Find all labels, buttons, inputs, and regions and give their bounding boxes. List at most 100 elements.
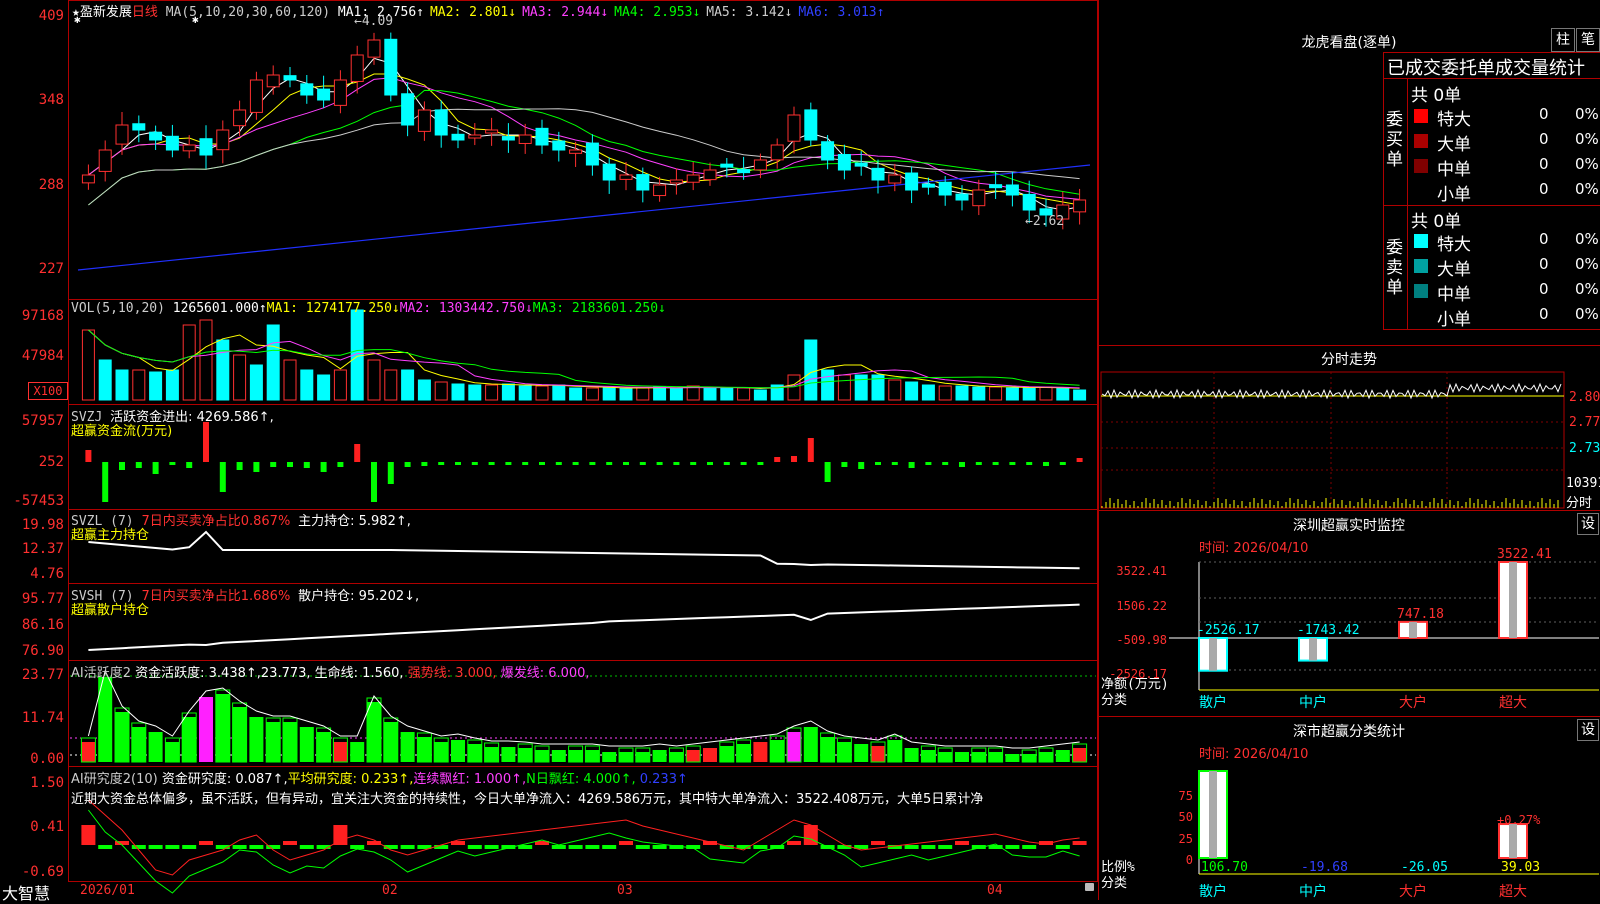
volume-bar	[921, 384, 935, 401]
fenshi-chart[interactable]	[1099, 370, 1600, 510]
kline-chart-area[interactable]: 409 348 288 227 97168 47984 X100 57957 2…	[0, 0, 1098, 903]
legend-swatch	[1414, 159, 1428, 173]
legend-swatch	[1414, 259, 1428, 273]
volume-bar	[669, 387, 683, 401]
volume-bar	[585, 387, 599, 401]
candle-body	[905, 172, 919, 191]
fund-flow-bar	[959, 462, 965, 467]
candle-body	[686, 174, 700, 183]
fund-flow-bar	[723, 462, 730, 465]
research-bar	[955, 841, 969, 845]
ai2-title: AI研究度2(10) 资金研究度: 0.087↑,平均研究度: 0.233↑,连…	[71, 772, 688, 787]
research-bar	[787, 841, 801, 845]
candle-body	[182, 144, 196, 152]
buy-side-label: 委买单	[1386, 110, 1403, 170]
order-size-label: 小单	[1437, 310, 1471, 330]
volume-bar	[837, 374, 851, 401]
kline-svg[interactable]	[0, 0, 1098, 900]
candle-body	[350, 54, 364, 82]
volume-bar	[737, 387, 751, 401]
lock-icon[interactable]	[1085, 883, 1094, 891]
fund-flow-bar	[387, 462, 394, 484]
research-line-red	[88, 799, 1080, 876]
volume-bar	[149, 371, 163, 401]
fund-flow-bar	[975, 462, 982, 465]
activity-bar	[971, 752, 986, 762]
sz-monitor-chart[interactable]: 3522.411506.22-509.98-2526.17-2526.17散户-…	[1099, 510, 1600, 715]
sz-monitor-value: 747.18	[1397, 607, 1444, 622]
fund-flow-bar	[169, 462, 176, 465]
stock-name[interactable]: 盈新发展	[80, 5, 132, 20]
order-percent: 0%	[1575, 255, 1599, 273]
fund-flow-bar	[707, 462, 713, 465]
fund-flow-bar	[908, 462, 915, 468]
volume-bar	[233, 354, 247, 401]
activity-bar	[1039, 752, 1053, 762]
order-percent: 0%	[1575, 305, 1599, 323]
volume-bar	[283, 359, 297, 401]
activity-bar	[988, 752, 1003, 762]
activity-bar	[249, 717, 264, 762]
order-percent: 0%	[1575, 230, 1599, 248]
ma-value-4: MA4: 2.953↓	[614, 5, 701, 20]
order-percent: 0%	[1575, 155, 1599, 173]
fund-flow-bar	[925, 462, 932, 465]
fund-flow-bar	[992, 462, 999, 465]
fund-flow-bar	[1043, 462, 1049, 466]
fund-flow-bar	[438, 462, 445, 465]
research-bar	[484, 845, 499, 849]
candle-body	[333, 79, 347, 106]
volume-bar	[165, 369, 179, 401]
research-bar	[182, 845, 197, 849]
ma-value-5: MA5: 3.142↓	[706, 5, 793, 20]
fenshi-y-label: 2.735	[1569, 441, 1600, 456]
order-percent: 0%	[1575, 280, 1599, 298]
sz-class-axis-sub: 分类	[1101, 876, 1127, 891]
fund-flow-bar	[539, 462, 545, 465]
volume-bar	[300, 369, 314, 401]
svsh-subtitle: 超赢散户持仓	[71, 603, 150, 618]
fund-flow-bar	[320, 462, 327, 472]
x-label: 03	[617, 883, 633, 898]
volume-bar	[401, 369, 415, 401]
activity-bar	[736, 744, 751, 762]
sz-monitor-bar-shade	[1509, 562, 1517, 638]
svzj-subtitle: 超赢资金流(万元)	[71, 424, 173, 439]
tick-mode-button[interactable]: 笔	[1576, 28, 1600, 52]
volume-bar	[787, 374, 801, 401]
research-bar	[299, 845, 314, 849]
candle-body	[1073, 199, 1087, 213]
activity-bar	[467, 744, 482, 762]
candle-body	[821, 141, 835, 161]
buy-total: 共 0单	[1411, 86, 1462, 106]
volume-bar	[132, 369, 146, 401]
activity-bar	[165, 742, 180, 762]
activity-bar	[501, 747, 516, 762]
fund-flow-bar	[757, 462, 764, 465]
activity-bar	[451, 740, 465, 762]
sz-class-chart[interactable]: 75 50 25 0 106.70 散户 -19.68 中户 -26.05 大户 39.03 超大 +0…	[1099, 716, 1600, 900]
activity-bar	[316, 732, 331, 762]
low-mark: ←2.62	[1025, 214, 1065, 229]
period-label[interactable]: 日线	[132, 5, 158, 20]
sz-class-category: 散户	[1199, 883, 1227, 900]
sz-class-y-label: 25	[1179, 832, 1193, 846]
candle-body	[165, 135, 179, 151]
bar-mode-button[interactable]: 柱	[1551, 28, 1575, 52]
sz-class-value: -19.68	[1301, 860, 1348, 875]
activity-bar	[182, 717, 197, 762]
sz-class-bar-shade	[1209, 771, 1217, 858]
x-label: 2026/01	[80, 883, 135, 898]
candle-body	[384, 38, 398, 96]
order-size-label: 特大	[1437, 235, 1471, 255]
candle-body	[535, 127, 549, 146]
activity-bar	[854, 744, 869, 762]
fund-flow-bar	[303, 462, 310, 468]
vol-title: VOL(5,10,20) 1265601.000↑MA1: 1274177.25…	[71, 301, 666, 316]
fund-flow-bar	[572, 462, 579, 465]
stats-title: 已成交委托单成交量统计	[1387, 58, 1585, 79]
research-bar	[1005, 845, 1020, 849]
fund-flow-bar	[455, 462, 461, 465]
activity-bar	[484, 747, 499, 762]
activity-bar	[1072, 748, 1087, 762]
